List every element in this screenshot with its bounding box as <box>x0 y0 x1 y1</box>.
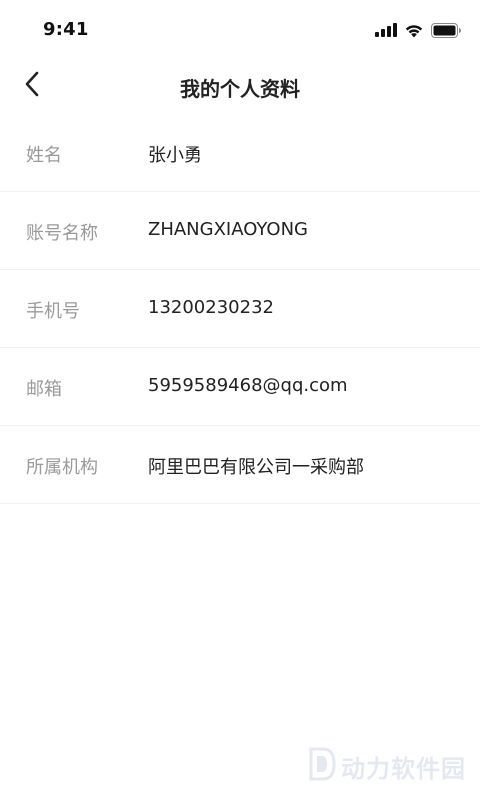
watermark-text: 动力软件园 <box>341 754 466 783</box>
status-bar: 9:41 <box>0 0 480 60</box>
name-label: 姓名 <box>26 145 62 166</box>
profile-row-name: 姓名 张小勇 <box>0 114 480 192</box>
wifi-icon <box>404 23 424 38</box>
email-label: 邮箱 <box>26 379 62 400</box>
profile-screen: 9:41 我的个人资料 姓名 张小勇 账号名称 ZHANGXIAOYONG 手机… <box>0 0 480 800</box>
page-title: 我的个人资料 <box>180 77 300 101</box>
account-name-label: 账号名称 <box>26 223 98 244</box>
phone-value: 13200230232 <box>148 297 274 318</box>
navigation-bar: 我的个人资料 <box>0 60 480 112</box>
profile-row-organization: 所属机构 阿里巴巴有限公司一采购部 <box>0 426 480 504</box>
watermark: 动力软件园 <box>303 746 466 786</box>
organization-value: 阿里巴巴有限公司一采购部 <box>148 457 364 478</box>
status-time: 9:41 <box>43 19 89 40</box>
account-name-value: ZHANGXIAOYONG <box>148 219 309 240</box>
email-value: 5959589468@qq.com <box>148 375 348 396</box>
profile-row-email: 邮箱 5959589468@qq.com <box>0 348 480 426</box>
status-icons <box>375 20 462 40</box>
watermark-logo-icon <box>303 745 337 787</box>
profile-row-account-name: 账号名称 ZHANGXIAOYONG <box>0 192 480 270</box>
profile-info-list: 姓名 张小勇 账号名称 ZHANGXIAOYONG 手机号 1320023023… <box>0 114 480 504</box>
cellular-signal-icon <box>375 23 397 37</box>
profile-row-phone: 手机号 13200230232 <box>0 270 480 348</box>
phone-label: 手机号 <box>26 301 80 322</box>
battery-icon <box>431 22 462 38</box>
name-value: 张小勇 <box>148 145 202 166</box>
organization-label: 所属机构 <box>26 457 98 478</box>
